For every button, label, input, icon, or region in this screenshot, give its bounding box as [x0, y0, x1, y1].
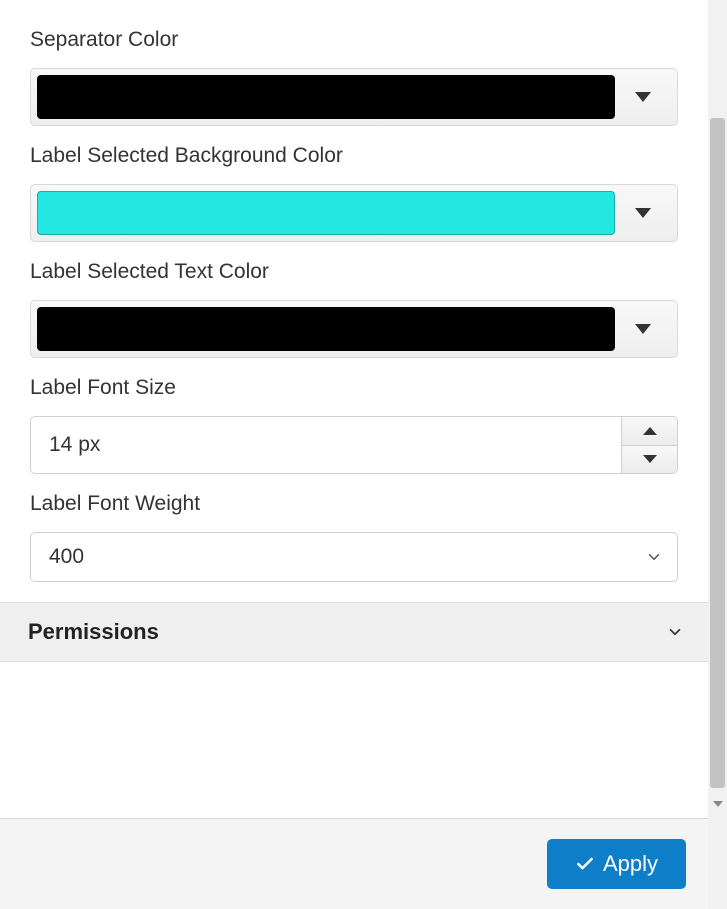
label-font-weight-label: Label Font Weight: [30, 492, 678, 516]
chevron-down-icon: [635, 208, 651, 218]
form-area: Separator Color Label Selected Backgroun…: [0, 0, 708, 602]
chevron-down-icon: [635, 92, 651, 102]
permissions-title: Permissions: [28, 619, 159, 645]
scrollbar-down-arrow[interactable]: [710, 796, 725, 811]
label-selected-bg-picker[interactable]: [30, 184, 678, 242]
scrollbar-thumb[interactable]: [710, 118, 725, 788]
label-font-weight-select[interactable]: 400: [30, 532, 678, 582]
label-font-size-label: Label Font Size: [30, 376, 678, 400]
label-selected-bg-label: Label Selected Background Color: [30, 144, 678, 168]
chevron-down-icon: [713, 801, 723, 807]
label-selected-bg-swatch[interactable]: [37, 191, 615, 235]
label-font-size-up[interactable]: [622, 417, 677, 446]
label-font-size-input[interactable]: [31, 417, 621, 473]
label-selected-text-picker[interactable]: [30, 300, 678, 358]
label-selected-text-swatch[interactable]: [37, 307, 615, 351]
chevron-down-icon: [666, 623, 684, 641]
chevron-down-icon: [635, 324, 651, 334]
chevron-up-icon: [643, 427, 657, 435]
separator-color-label: Separator Color: [30, 28, 678, 52]
separator-color-dropdown[interactable]: [615, 75, 671, 119]
apply-button[interactable]: Apply: [547, 839, 686, 889]
label-selected-text-dropdown[interactable]: [615, 307, 671, 351]
footer: Apply: [0, 818, 708, 909]
label-font-size-field: [30, 416, 678, 474]
separator-color-swatch[interactable]: [37, 75, 615, 119]
chevron-down-icon: [645, 548, 663, 566]
label-font-size-spinner: [621, 417, 677, 473]
check-icon: [575, 854, 595, 874]
scroll-area: Separator Color Label Selected Backgroun…: [0, 0, 708, 818]
label-selected-text-label: Label Selected Text Color: [30, 260, 678, 284]
separator-color-picker[interactable]: [30, 68, 678, 126]
label-font-weight-value: 400: [49, 545, 645, 569]
scrollbar-track[interactable]: [708, 0, 727, 909]
chevron-down-icon: [643, 455, 657, 463]
label-selected-bg-dropdown[interactable]: [615, 191, 671, 235]
label-font-size-down[interactable]: [622, 446, 677, 474]
permissions-section-header[interactable]: Permissions: [0, 602, 708, 662]
apply-button-label: Apply: [603, 851, 658, 877]
properties-panel: Separator Color Label Selected Backgroun…: [0, 0, 708, 909]
